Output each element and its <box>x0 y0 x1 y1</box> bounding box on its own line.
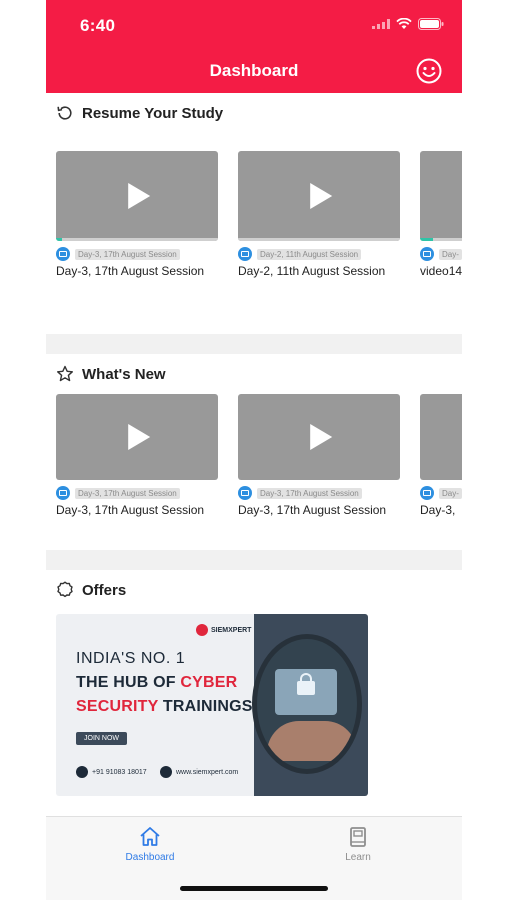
whats-new-carousel[interactable]: Day-3, 17th August Session Day-3, 17th A… <box>56 394 462 517</box>
badge-icon <box>56 581 74 599</box>
video-icon <box>56 486 70 500</box>
offers-section-header: Offers <box>56 581 126 599</box>
session-tag: Day-3, 17th August Session <box>75 248 180 260</box>
signal-icon <box>372 19 390 29</box>
video-icon <box>420 486 434 500</box>
video-title: Day-3, 17th August Session <box>238 503 387 517</box>
video-thumbnail[interactable] <box>56 394 218 480</box>
play-icon <box>310 424 333 450</box>
progress-bar <box>420 238 462 241</box>
resume-section-title: Resume Your Study <box>82 104 224 122</box>
video-thumbnail[interactable] <box>420 394 462 480</box>
video-icon <box>238 247 252 261</box>
video-icon <box>56 247 70 261</box>
join-now-button[interactable]: JOIN NOW <box>76 732 127 745</box>
phone-icon <box>76 766 88 778</box>
play-icon <box>128 183 151 209</box>
resume-carousel[interactable]: Day-3, 17th August Session Day-3, 17th A… <box>56 151 462 278</box>
home-indicator <box>180 886 328 891</box>
resume-card[interactable]: Day- video14 <box>420 151 462 278</box>
logo-icon <box>196 624 208 636</box>
video-title: Day-3, 17th August Session <box>56 264 205 278</box>
video-title: Day-2, 11th August Session <box>238 264 386 278</box>
session-tag: Day- <box>439 248 462 260</box>
tab-label: Learn <box>345 852 371 863</box>
progress-fill <box>56 238 63 241</box>
resume-card[interactable]: Day-2, 11th August Session Day-2, 11th A… <box>238 151 400 278</box>
smiley-icon[interactable] <box>416 58 442 84</box>
video-title: Day-3, <box>420 503 456 517</box>
section-divider <box>46 334 462 354</box>
status-time: 6:40 <box>80 16 116 35</box>
banner-headline-3: SECURITY TRAININGS <box>76 698 253 715</box>
whats-new-card[interactable]: Day-3, 17th August Session Day-3, 17th A… <box>56 394 218 517</box>
section-divider <box>46 550 462 570</box>
status-icons <box>372 18 444 30</box>
video-icon <box>420 247 434 261</box>
tab-learn[interactable]: Learn <box>318 825 398 863</box>
brand-logo: SIEMXPERT <box>196 624 251 636</box>
app-screen: 6:40 Dashboard Resume Your Study Day-3, … <box>46 0 462 900</box>
history-icon <box>56 104 74 122</box>
whats-new-section-header: What's New <box>56 365 166 383</box>
session-tag: Day-3, 17th August Session <box>75 487 180 499</box>
whats-new-card[interactable]: Day- Day-3, <box>420 394 462 517</box>
battery-icon <box>418 18 444 30</box>
book-icon <box>350 827 366 847</box>
home-icon <box>140 827 160 846</box>
resume-card[interactable]: Day-3, 17th August Session Day-3, 17th A… <box>56 151 218 278</box>
page-title: Dashboard <box>209 61 299 80</box>
video-thumbnail[interactable] <box>238 394 400 480</box>
star-icon <box>56 365 74 383</box>
globe-icon <box>160 766 172 778</box>
banner-headline-1: INDIA'S NO. 1 <box>76 650 186 667</box>
app-header: 6:40 Dashboard <box>46 0 462 93</box>
play-icon <box>310 183 333 209</box>
video-title: video14 <box>420 264 462 278</box>
video-thumbnail[interactable] <box>238 151 400 241</box>
session-tag: Day-2, 11th August Session <box>257 248 362 260</box>
progress-bar <box>238 238 400 241</box>
video-title: Day-3, 17th August Session <box>56 503 205 517</box>
session-tag: Day-3, 17th August Session <box>257 487 362 499</box>
tab-label: Dashboard <box>125 852 175 863</box>
banner-photo <box>252 634 362 774</box>
play-icon <box>128 424 151 450</box>
banner-headline-2: THE HUB OF CYBER <box>76 674 238 691</box>
lock-icon <box>297 673 315 695</box>
whats-new-section-title: What's New <box>82 365 166 383</box>
offers-section-title: Offers <box>82 581 127 599</box>
banner-phone: +91 91083 18017 <box>76 766 147 778</box>
video-thumbnail[interactable] <box>420 151 462 241</box>
video-icon <box>238 486 252 500</box>
wifi-icon <box>396 18 412 29</box>
offer-banner[interactable]: SIEMXPERT INDIA'S NO. 1 THE HUB OF CYBER… <box>56 614 368 796</box>
tab-dashboard[interactable]: Dashboard <box>110 825 190 863</box>
progress-fill <box>420 238 433 241</box>
banner-website: www.siemxpert.com <box>160 766 238 778</box>
session-tag: Day- <box>439 487 462 499</box>
whats-new-card[interactable]: Day-3, 17th August Session Day-3, 17th A… <box>238 394 400 517</box>
progress-bar <box>56 238 218 241</box>
resume-section-header: Resume Your Study <box>56 104 223 122</box>
video-thumbnail[interactable] <box>56 151 218 241</box>
